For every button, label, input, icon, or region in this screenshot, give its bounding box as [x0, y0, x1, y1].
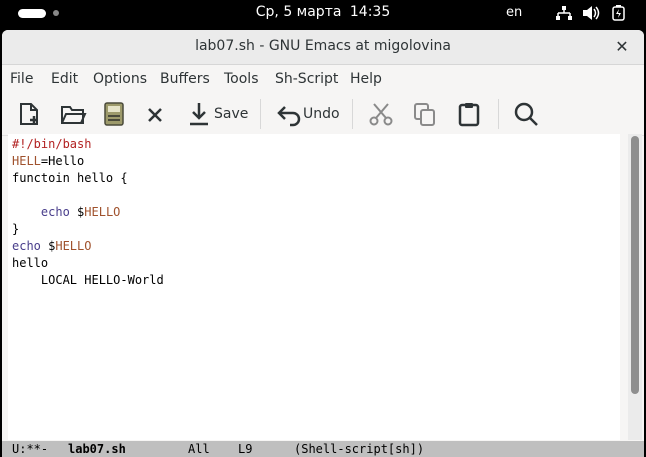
code-token: $ — [40, 239, 56, 253]
emacs-window: lab07.sh - GNU Emacs at migolovina ✕ Fil… — [2, 30, 644, 457]
code-line[interactable]: #!/bin/bash — [12, 136, 91, 153]
undo-icon — [277, 106, 301, 127]
open-folder-icon — [61, 106, 87, 124]
menu-options[interactable]: Options — [93, 71, 147, 87]
line-number: L9 — [238, 442, 253, 456]
code-line[interactable]: hello — [12, 255, 48, 272]
buffer-name: lab07.sh — [68, 442, 126, 456]
toolbar-separator — [498, 99, 499, 129]
scroll-position: All — [188, 442, 210, 456]
right-fringe — [620, 134, 628, 440]
code-token: =Hello — [40, 154, 85, 168]
code-line[interactable]: HELL=Hello — [12, 153, 84, 170]
menu-file[interactable]: File — [10, 71, 33, 87]
code-token: HELLO — [55, 239, 92, 253]
cut-button[interactable] — [368, 99, 394, 129]
dired-button[interactable] — [103, 99, 125, 129]
close-buffer-icon — [148, 108, 162, 122]
menu-buffers[interactable]: Buffers — [160, 71, 210, 87]
open-file-button[interactable] — [59, 99, 87, 129]
keyboard-layout-indicator[interactable]: en — [506, 5, 522, 20]
code-line[interactable]: functoin hello { — [12, 170, 128, 187]
code-token: echo — [40, 205, 70, 219]
code-line[interactable]: LOCAL HELLO-World — [12, 272, 164, 289]
paste-button[interactable] — [456, 99, 482, 129]
code-token: LOCAL HELLO-World — [12, 273, 164, 287]
toolbar-separator — [352, 99, 353, 129]
mode-line[interactable]: U:**- lab07.sh All L9 (Shell-script[sh]) — [2, 441, 644, 457]
copy-button[interactable] — [412, 99, 438, 129]
menu-tools[interactable]: Tools — [224, 71, 259, 87]
date-label: Ср, 5 марта — [255, 4, 342, 20]
cut-icon — [369, 103, 393, 126]
undo-button[interactable]: Undo — [276, 99, 340, 129]
battery-icon[interactable] — [610, 5, 628, 21]
tool-bar: Save Undo — [2, 93, 644, 136]
buffer-status: U:**- — [12, 442, 49, 456]
toolbar-separator — [260, 99, 261, 129]
code-token: } — [12, 222, 20, 236]
copy-icon — [414, 103, 435, 126]
menu-bar: File Edit Options Buffers Tools Sh-Scrip… — [2, 65, 644, 93]
clock[interactable]: Ср, 5 марта 14:35 — [0, 4, 646, 20]
paste-icon — [458, 103, 480, 127]
undo-label: Undo — [303, 106, 340, 122]
window-title: lab07.sh - GNU Emacs at migolovina — [195, 38, 451, 54]
close-window-icon[interactable]: ✕ — [612, 37, 632, 57]
title-bar[interactable]: lab07.sh - GNU Emacs at migolovina ✕ — [2, 30, 644, 65]
code-line[interactable]: } — [12, 221, 19, 238]
volume-icon[interactable] — [582, 5, 600, 21]
code-token: functoin hello { — [12, 171, 128, 185]
network-icon[interactable] — [555, 5, 573, 21]
new-file-icon — [20, 103, 38, 125]
system-top-bar: Ср, 5 марта 14:35 en — [0, 0, 646, 27]
menu-help[interactable]: Help — [350, 71, 382, 87]
search-button[interactable] — [513, 99, 539, 129]
menu-edit[interactable]: Edit — [51, 71, 78, 87]
save-label: Save — [214, 106, 249, 122]
save-disk-icon — [104, 102, 124, 126]
code-token: echo — [12, 239, 41, 253]
editor-buffer[interactable]: #!/bin/bash HELL=Hello functoin hello { ec… — [8, 134, 620, 440]
code-token: $ — [69, 205, 85, 219]
scrollbar-thumb[interactable] — [631, 136, 639, 394]
save-icon — [190, 103, 208, 126]
save-button[interactable]: Save — [188, 99, 248, 129]
new-file-button[interactable] — [16, 99, 42, 129]
kill-buffer-button[interactable] — [145, 99, 165, 129]
major-mode: (Shell-script[sh]) — [294, 442, 425, 456]
code-token: HELL — [12, 154, 41, 168]
search-icon — [514, 102, 538, 126]
time-label: 14:35 — [349, 4, 391, 20]
code-line[interactable]: echo $HELLO — [12, 204, 120, 221]
code-token: hello — [12, 256, 49, 270]
code-token: #!/bin/bash — [12, 137, 92, 151]
code-token: HELLO — [84, 205, 121, 219]
menu-sh-script[interactable]: Sh-Script — [275, 71, 338, 87]
code-line[interactable]: echo $HELLO — [12, 238, 91, 255]
